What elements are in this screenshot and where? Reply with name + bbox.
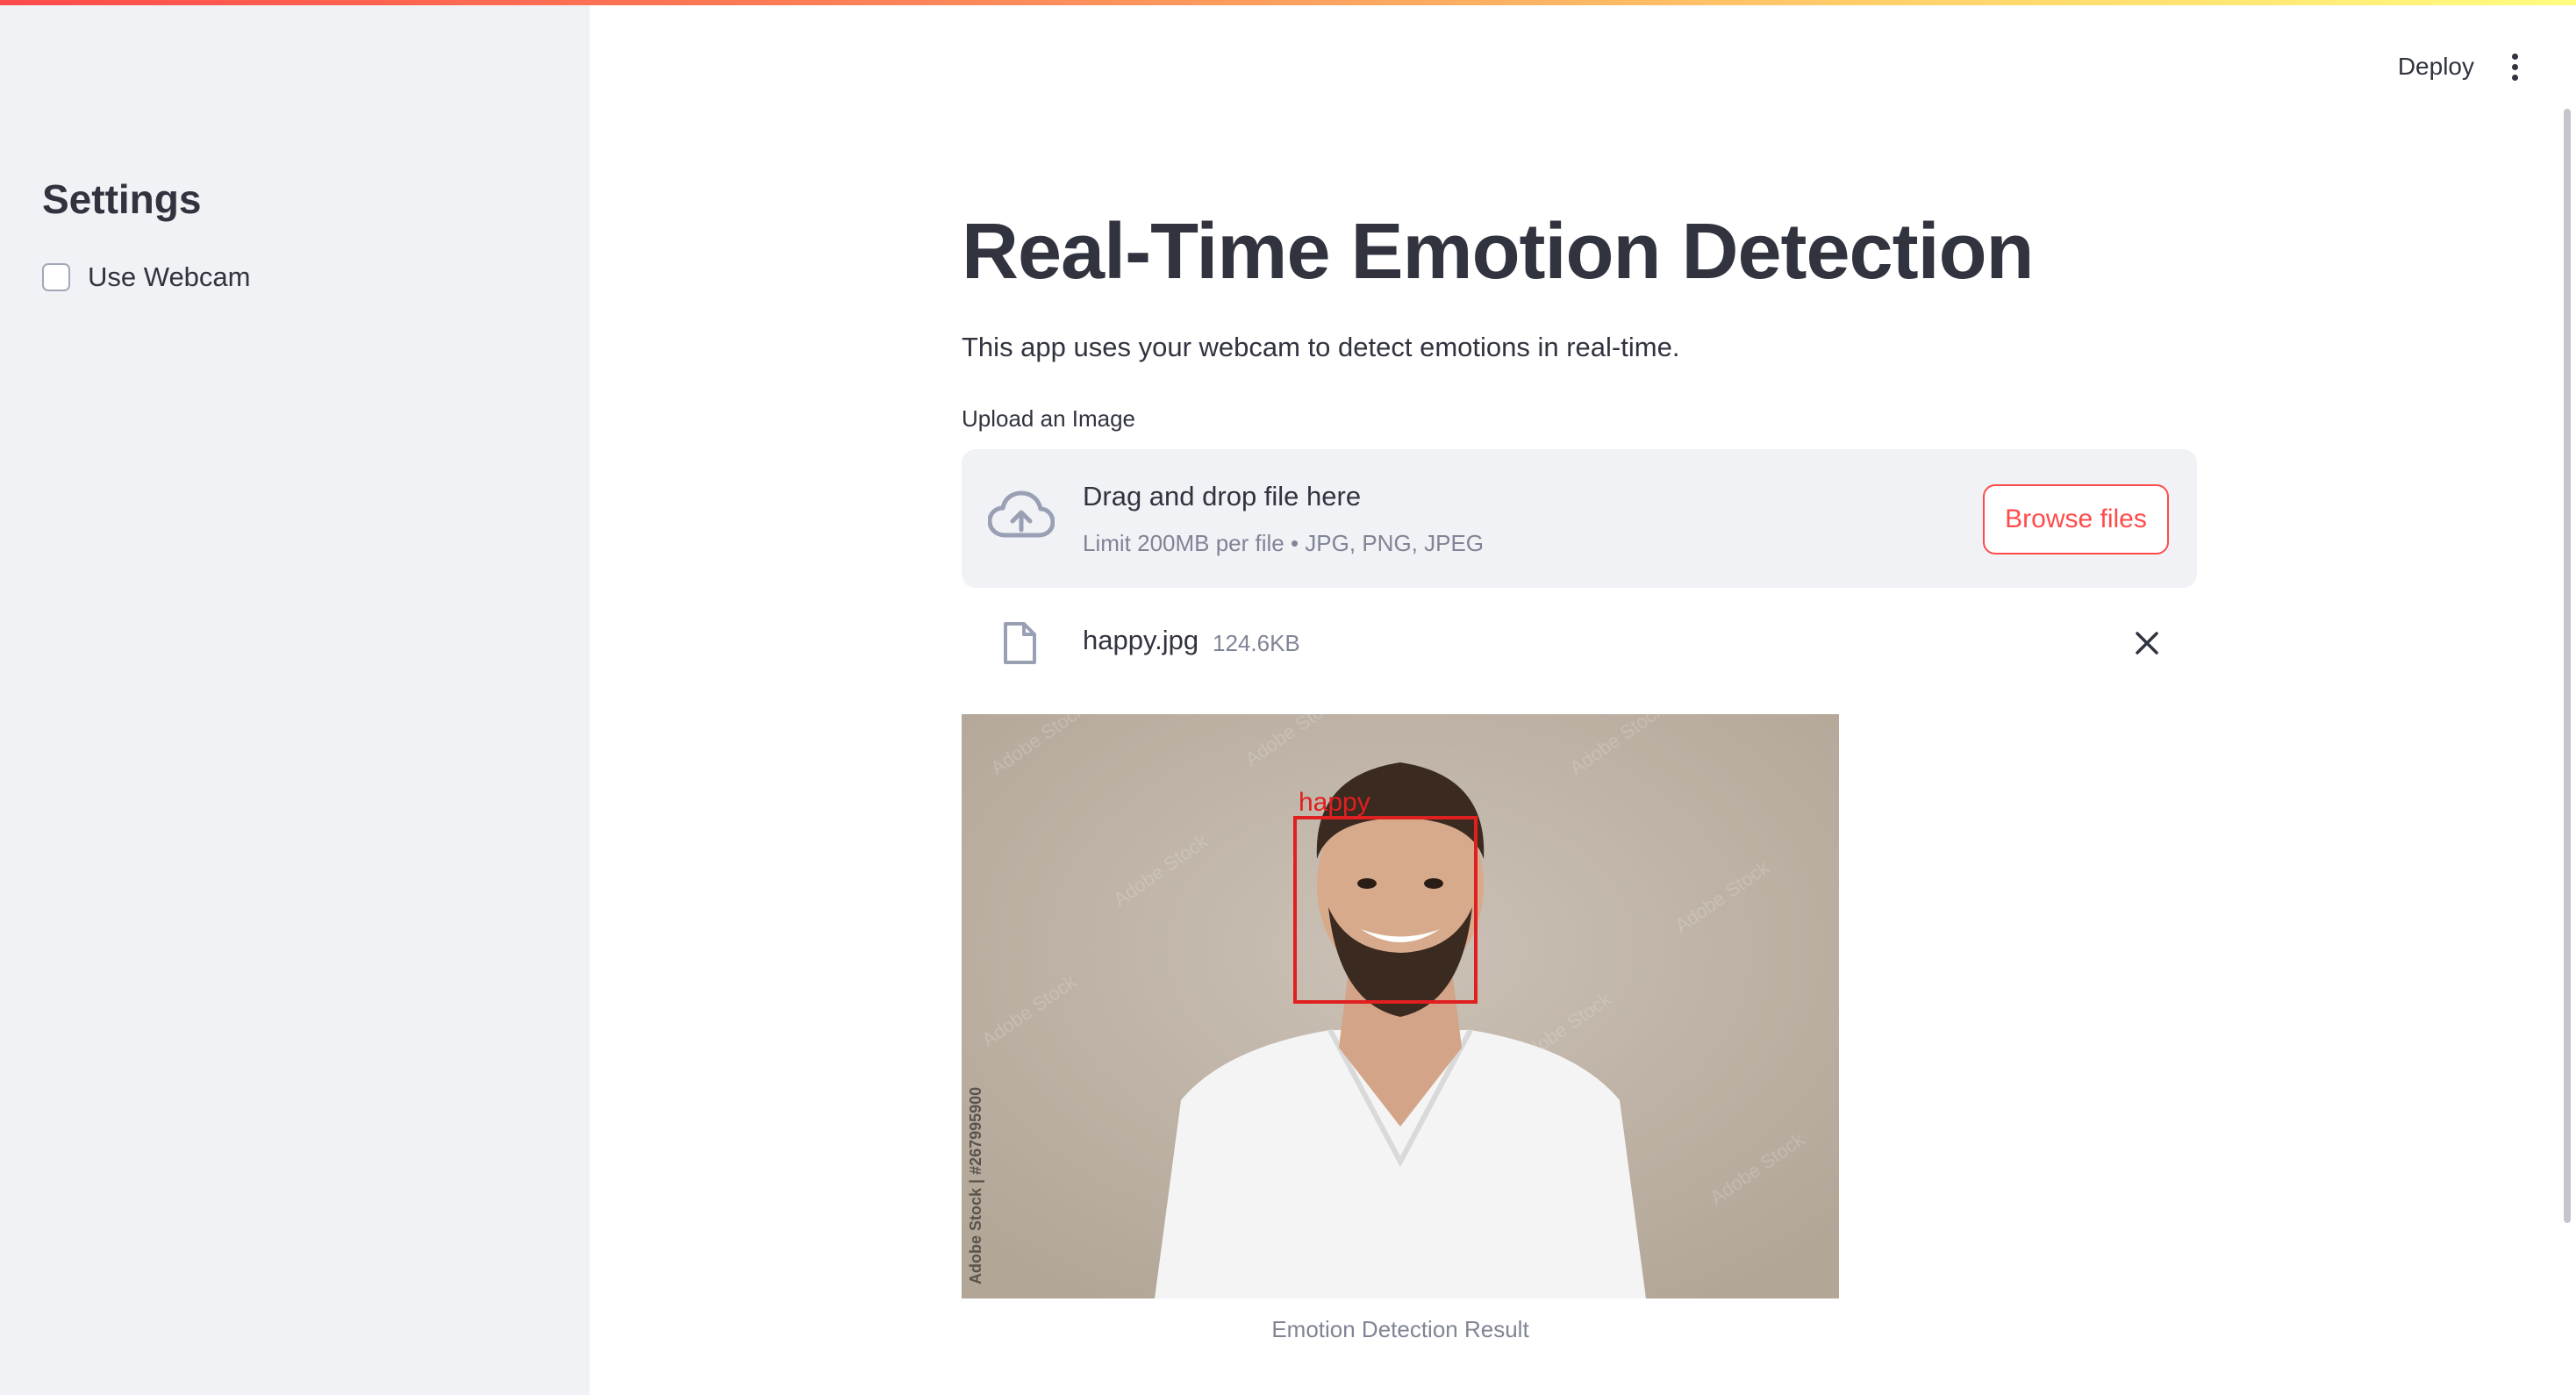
svg-text:Adobe Stock | #267995900: Adobe Stock | #267995900	[967, 1087, 984, 1284]
file-name: happy.jpg	[1083, 625, 1199, 655]
file-size: 124.6KB	[1213, 630, 1300, 656]
dropzone-instruction: Drag and drop file here	[1083, 481, 1362, 512]
emotion-result-image: Adobe Stock Adobe Stock Adobe Stock Adob…	[962, 714, 1839, 1298]
file-icon	[1004, 622, 1036, 664]
deploy-button[interactable]: Deploy	[2384, 46, 2488, 88]
file-dropzone[interactable]: Drag and drop file here Limit 200MB per …	[962, 449, 2197, 588]
page-description: This app uses your webcam to detect emot…	[962, 332, 1680, 362]
top-decoration-bar	[0, 0, 2576, 5]
sidebar-title: Settings	[42, 176, 202, 222]
dropzone-limits: Limit 200MB per file • JPG, PNG, JPEG	[1083, 530, 1485, 556]
browse-files-button[interactable]: Browse files	[1983, 484, 2169, 554]
header-toolbar: Deploy	[2384, 46, 2541, 88]
uploaded-file-row: happy.jpg 124.6KB	[962, 614, 2197, 676]
scrollbar[interactable]	[2564, 109, 2571, 1223]
result-photo: Adobe Stock Adobe Stock Adobe Stock Adob…	[962, 714, 1839, 1298]
emotion-label: happy	[1299, 788, 1370, 817]
use-webcam-label[interactable]: Use Webcam	[88, 261, 251, 293]
main-menu-icon[interactable]	[2488, 46, 2541, 88]
close-icon[interactable]	[2132, 628, 2162, 658]
page-title: Real-Time Emotion Detection	[962, 208, 2035, 296]
cloud-upload-icon	[988, 490, 1055, 538]
use-webcam-checkbox-row[interactable]: Use Webcam	[42, 261, 251, 293]
use-webcam-checkbox[interactable]	[42, 263, 70, 291]
sidebar: Settings Use Webcam	[0, 0, 590, 1395]
image-caption: Emotion Detection Result	[1271, 1316, 1529, 1342]
upload-label: Upload an Image	[962, 405, 1136, 432]
